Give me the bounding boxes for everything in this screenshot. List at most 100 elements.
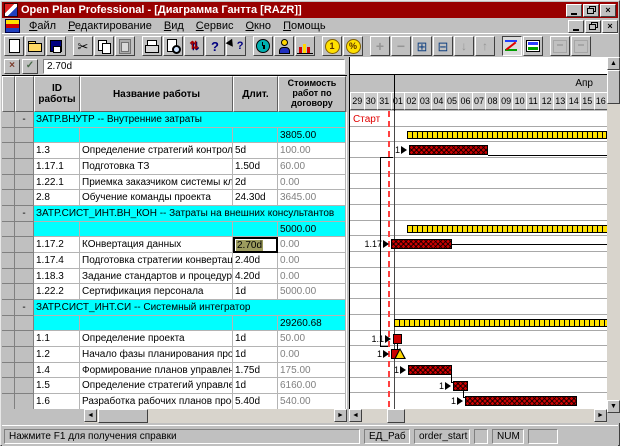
row-selector[interactable] (2, 159, 15, 175)
group-row[interactable]: -ЗАТР.СИСТ_ИНТ.ВН_КОН -- Затраты на внеш… (2, 206, 347, 222)
cell-name[interactable]: Формирование планов управления (80, 363, 233, 379)
cell-cost[interactable]: 175.00 (278, 363, 346, 379)
table-row[interactable]: 1.3Определение стратегий контроля и отч5… (2, 143, 347, 159)
cell-id[interactable]: 2.8 (34, 190, 80, 206)
column-header-cost[interactable]: Стоимость работ по договору (278, 76, 346, 112)
cell-id[interactable]: 1.22.2 (34, 284, 80, 300)
accept-edit-button[interactable]: ✓ (22, 59, 38, 74)
table-row[interactable]: 1.17.4Подготовка стратегии конвертации2.… (2, 253, 347, 269)
cell-id[interactable] (34, 316, 80, 332)
cell-name[interactable]: КОнвертация данных (80, 237, 233, 253)
row-selector[interactable] (2, 143, 15, 159)
table-row[interactable]: 29260.68 (2, 316, 347, 332)
cancel-edit-button[interactable]: × (4, 59, 20, 74)
table-row[interactable]: 1.2Начало фазы планирования проекта1d0.0… (2, 347, 347, 363)
cell-cost[interactable]: 0.00 (278, 269, 346, 285)
vertical-scroll-thumb[interactable] (607, 70, 620, 104)
close-button[interactable]: × (600, 4, 616, 17)
table-row[interactable]: 1.22.1Приемка заказчиком системы клиент2… (2, 175, 347, 191)
cell-duration[interactable] (233, 316, 278, 332)
cell-cost[interactable]: 6160.00 (278, 378, 346, 394)
horizontal-scroll-thumb[interactable] (98, 409, 148, 423)
cell-duration[interactable]: 24.30d (233, 190, 278, 206)
cell-duration[interactable]: 1d (233, 331, 278, 347)
remove-button[interactable]: − (391, 36, 411, 56)
mdi-restore-button[interactable] (585, 20, 601, 33)
gantt-task-bar[interactable] (391, 239, 452, 249)
sort-arrows-button[interactable]: ⇅ (184, 36, 204, 56)
move-down-button[interactable]: ↓ (454, 36, 474, 56)
link-mode-button[interactable] (502, 36, 522, 56)
row-selector[interactable] (2, 300, 15, 316)
gantt-summary-bar[interactable] (394, 319, 607, 327)
cell-duration[interactable]: 4.20d (233, 269, 278, 285)
cell-cost[interactable]: 60.00 (278, 159, 346, 175)
cell-duration[interactable]: 5.40d (233, 394, 278, 410)
table-row[interactable]: 1.17.2КОнвертация данных2.70d0.00 (2, 237, 347, 253)
cell-id[interactable]: 1.17.4 (34, 253, 80, 269)
cell-id[interactable] (34, 222, 80, 238)
scroll-left-button[interactable]: ◄ (84, 409, 97, 422)
row-selector[interactable] (2, 237, 15, 253)
cell-id[interactable]: 1.5 (34, 378, 80, 394)
cell-cost[interactable]: 100.00 (278, 143, 346, 159)
cell-cost[interactable]: 5000.00 (278, 284, 346, 300)
cell-cost[interactable]: 3805.00 (278, 128, 346, 144)
table-row[interactable]: 1.18.3Задание стандартов и процедур по д… (2, 269, 347, 285)
window-sub-button[interactable] (550, 36, 570, 56)
cell-cost[interactable]: 0.00 (278, 253, 346, 269)
table-row[interactable]: 1.6Разработка рабочих планов проекта5.40… (2, 394, 347, 410)
cell-name[interactable] (80, 316, 233, 332)
cell-cost[interactable]: 50.00 (278, 331, 346, 347)
scroll-right-button[interactable]: ► (334, 409, 347, 422)
table-row[interactable]: 5000.00 (2, 222, 347, 238)
cell-name[interactable]: Приемка заказчиком системы клиент (80, 175, 233, 191)
row-selector[interactable] (2, 253, 15, 269)
resource-button[interactable] (274, 36, 294, 56)
menu-item-tools[interactable]: Сервис (190, 19, 240, 33)
cell-id[interactable] (34, 128, 80, 144)
new-document-button[interactable] (4, 36, 24, 56)
table-row[interactable]: 1.5Определение стратегий управления р1d6… (2, 378, 347, 394)
scroll-right-button[interactable]: ► (594, 409, 607, 422)
cell-cost[interactable]: 540.00 (278, 394, 346, 410)
row-selector[interactable] (2, 316, 15, 332)
cell-name[interactable]: Подготовка ТЗ (80, 159, 233, 175)
app-icon[interactable] (4, 3, 18, 17)
menu-item-file[interactable]: Файл (23, 19, 62, 33)
cell-id[interactable]: 1.18.3 (34, 269, 80, 285)
cell-id[interactable]: 1.6 (34, 394, 80, 410)
row-selector[interactable] (2, 331, 15, 347)
row-selector[interactable] (2, 269, 15, 285)
cell-name[interactable]: Подготовка стратегии конвертации (80, 253, 233, 269)
cell-name[interactable]: Определение стратегий управления р (80, 378, 233, 394)
horizontal-scroll-thumb[interactable] (387, 409, 405, 423)
cell-duration[interactable]: 1d (233, 378, 278, 394)
menu-item-help[interactable]: Помощь (277, 19, 332, 33)
print-button[interactable] (142, 36, 162, 56)
menu-item-window[interactable]: Окно (239, 19, 277, 33)
percent-button[interactable]: % (343, 36, 363, 56)
cell-id[interactable]: 1.3 (34, 143, 80, 159)
cell-id[interactable]: 1.17.1 (34, 159, 80, 175)
menu-item-view[interactable]: Вид (158, 19, 190, 33)
scroll-up-button[interactable]: ▲ (607, 57, 620, 70)
collapse-button[interactable]: ⊟ (433, 36, 453, 56)
row-selector[interactable] (2, 112, 15, 128)
row-selector[interactable] (2, 128, 15, 144)
row-selector[interactable] (2, 363, 15, 379)
table-row[interactable]: 1.22.2Сертификация персонала1d5000.00 (2, 284, 347, 300)
cell-id[interactable]: 1.1 (34, 331, 80, 347)
cell-cost[interactable]: 3645.00 (278, 190, 346, 206)
table-row[interactable]: 3805.00 (2, 128, 347, 144)
cell-duration[interactable]: 1d (233, 284, 278, 300)
gantt-task-bar[interactable] (393, 334, 402, 344)
column-header-id[interactable]: ID работы (34, 76, 80, 112)
cell-duration[interactable] (233, 128, 278, 144)
mdi-close-button[interactable]: × (602, 20, 618, 33)
group-row[interactable]: -ЗАТР.ВНУТР -- Внутренние затраты (2, 112, 347, 128)
cell-duration[interactable]: 5d (233, 143, 278, 159)
print-preview-button[interactable] (163, 36, 183, 56)
cell-name[interactable] (80, 128, 233, 144)
row-selector[interactable] (2, 222, 15, 238)
